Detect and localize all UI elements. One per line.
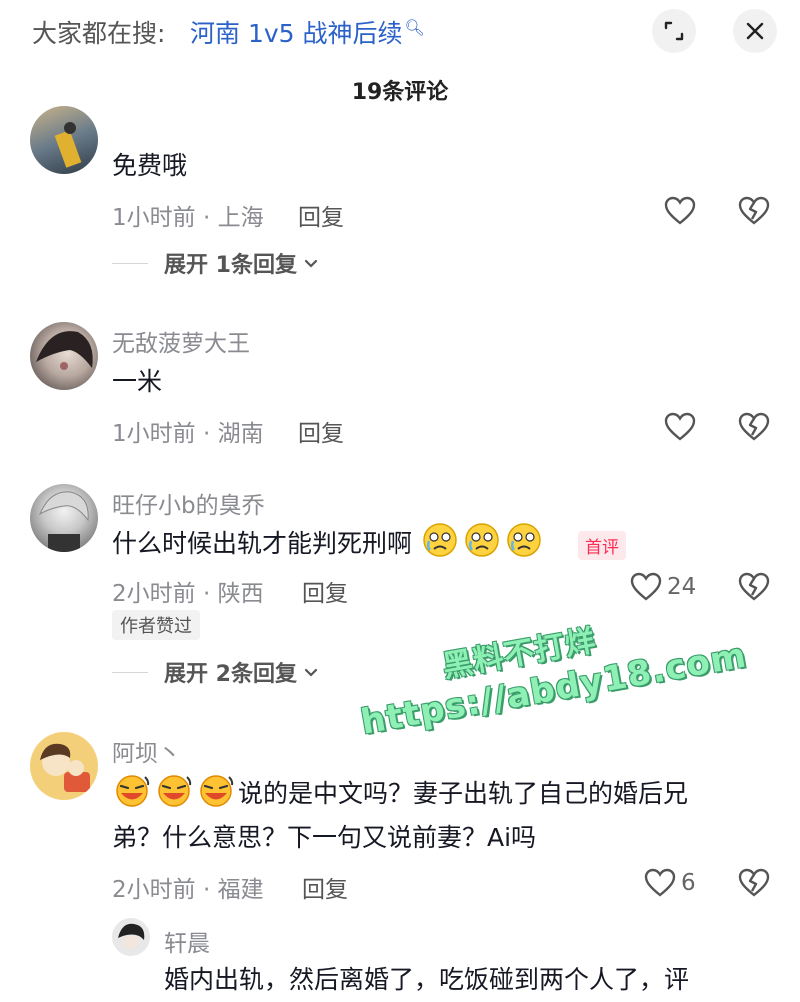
emoji-row — [412, 523, 546, 558]
avatar[interactable] — [30, 106, 98, 174]
laughing-emoji-icon — [200, 775, 234, 807]
username[interactable]: 阿坝丶 — [112, 734, 181, 768]
author-liked-badge: 作者赞过 — [112, 610, 200, 640]
avatar[interactable] — [30, 484, 98, 552]
crying-emoji-icon — [507, 523, 541, 557]
comment-count-title: 19条评论 — [351, 80, 449, 105]
expand-replies[interactable]: 展开 1条回复 — [112, 248, 321, 278]
comment-text-content: 什么时候出轨才能判死刑啊 — [112, 529, 413, 558]
search-icon: 🔍︎ — [404, 17, 425, 37]
expand-icon — [664, 21, 684, 41]
divider — [112, 671, 148, 673]
like-count: 6 — [681, 870, 696, 896]
expand-replies-label: 展开 2条回复 — [164, 662, 297, 687]
reply-button[interactable]: 回复 — [298, 414, 344, 448]
comment-text: 说的是中文吗？妻子出轨了自己的婚后兄 — [112, 772, 688, 816]
watermark: 黑料不打烊 https://abdy18.com — [350, 585, 783, 766]
reply-button[interactable]: 回复 — [302, 870, 348, 904]
username[interactable]: 轩晨 — [164, 924, 210, 958]
avatar[interactable] — [30, 732, 98, 800]
close-icon — [746, 22, 764, 40]
heart-icon[interactable] — [630, 572, 662, 602]
username[interactable]: 旺仔小b的臭乔 — [112, 486, 265, 520]
emoji-row — [112, 775, 238, 808]
like-count: 24 — [667, 574, 697, 600]
comment-text-line1: 说的是中文吗？妻子出轨了自己的婚后兄 — [238, 779, 689, 808]
search-suggestion-link[interactable]: 河南 1v5 战神后续 🔍︎ — [190, 14, 425, 50]
close-button[interactable] — [733, 9, 777, 53]
crying-emoji-icon — [465, 523, 499, 557]
comment-time-location: 1小时前 · 湖南 — [112, 421, 264, 447]
avatar[interactable] — [112, 918, 150, 956]
chevron-down-icon — [304, 668, 318, 677]
crying-emoji-icon — [423, 523, 457, 557]
dislike-icon[interactable] — [738, 412, 770, 442]
reply-button[interactable]: 回复 — [298, 198, 344, 232]
reply-button[interactable]: 回复 — [302, 574, 348, 608]
avatar[interactable] — [30, 322, 98, 390]
expand-replies[interactable]: 展开 2条回复 — [112, 657, 321, 687]
expand-button[interactable] — [652, 9, 696, 53]
search-prefix: 大家都在搜: — [32, 19, 166, 48]
heart-icon[interactable] — [644, 868, 676, 898]
expand-replies-label: 展开 1条回复 — [164, 253, 297, 278]
divider — [112, 262, 148, 264]
laughing-emoji-icon — [158, 775, 192, 807]
comment-time-location: 2小时前 · 福建 — [112, 877, 264, 903]
heart-icon[interactable] — [664, 412, 696, 442]
comment-time-location: 2小时前 · 陕西 — [112, 581, 264, 607]
comment-text: 婚内出轨，然后离婚了，吃饭碰到两个人了，评 — [164, 965, 690, 994]
dislike-icon[interactable] — [738, 196, 770, 226]
heart-icon[interactable] — [664, 196, 696, 226]
top-bar: 大家都在搜: 河南 1v5 战神后续 🔍︎ — [0, 0, 800, 62]
laughing-emoji-icon — [116, 775, 150, 807]
search-term-text: 河南 1v5 战神后续 — [190, 19, 403, 48]
chevron-down-icon — [304, 259, 318, 268]
comment-text: 什么时候出轨才能判死刑啊 — [112, 522, 546, 566]
username[interactable]: 无敌菠萝大王 — [112, 324, 250, 358]
first-comment-badge: 首评 — [578, 531, 626, 560]
dislike-icon[interactable] — [738, 868, 770, 898]
comment-time-location: 1小时前 · 上海 — [112, 205, 264, 231]
comment-text: 免费哦 — [112, 151, 188, 180]
comment-text-line2: 弟？什么意思？下一句又说前妻？Ai吗 — [112, 823, 537, 852]
comment-text: 一米 — [112, 367, 163, 396]
